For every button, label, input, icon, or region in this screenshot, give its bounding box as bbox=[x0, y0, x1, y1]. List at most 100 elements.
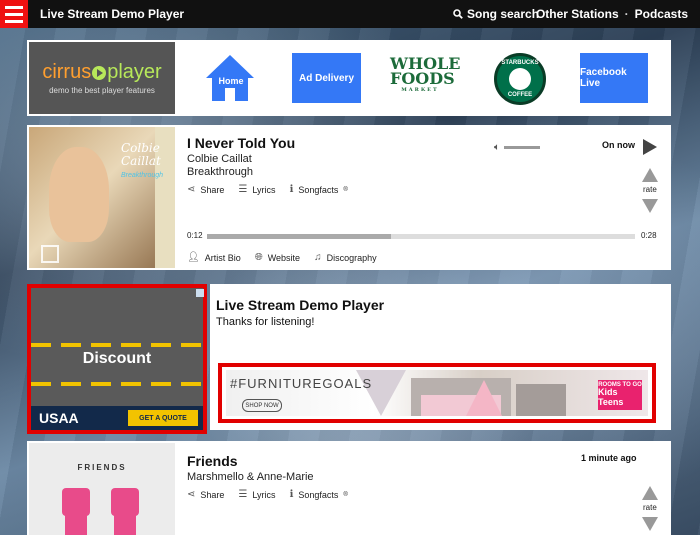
rate-label: rate bbox=[643, 185, 657, 194]
discography-link[interactable]: ♫ Discography bbox=[314, 252, 377, 263]
song-search-button[interactable]: Song search bbox=[453, 7, 539, 21]
track-actions: ⋖ Share ☰ Lyrics ℹ Songfacts ® bbox=[187, 184, 348, 195]
songfacts-button[interactable]: ℹ Songfacts ® bbox=[290, 489, 348, 500]
recent-album-art[interactable]: FRIENDS bbox=[29, 443, 175, 535]
rate-up-icon[interactable] bbox=[642, 168, 658, 182]
app-title: Live Stream Demo Player bbox=[40, 7, 185, 21]
top-bar: Live Stream Demo Player Song search Othe… bbox=[0, 0, 700, 28]
speaker-icon: 🔈︎ bbox=[494, 142, 500, 153]
share-label: Share bbox=[200, 489, 225, 500]
furniture-goals-text: #FURNITUREGOALS bbox=[230, 376, 373, 391]
adchoices-icon[interactable] bbox=[196, 289, 204, 297]
rate-label: rate bbox=[643, 503, 657, 512]
lyrics-icon: ☰ bbox=[238, 184, 248, 195]
recent-track-artist[interactable]: Marshmello & Anne-Marie bbox=[187, 471, 314, 483]
globe-icon: 🌐︎ bbox=[254, 252, 263, 263]
get-a-quote-button[interactable]: GET A QUOTE bbox=[128, 410, 198, 426]
songfacts-button[interactable]: ℹ Songfacts ® bbox=[290, 184, 348, 195]
rooms-to-go-logo: ROOMS TO GO Kids Teens bbox=[598, 380, 642, 410]
volume-control[interactable]: 🔈︎ bbox=[494, 142, 540, 153]
facebook-live-button[interactable]: Facebook Live bbox=[580, 53, 648, 103]
share-button[interactable]: ⋖ Share bbox=[187, 184, 224, 195]
recent-track-title: Friends bbox=[187, 453, 238, 469]
album-art[interactable]: Colbie Caillat Breakthrough bbox=[29, 127, 175, 268]
search-icon bbox=[453, 9, 463, 19]
starbucks-top-text: STARBUCKS bbox=[501, 60, 539, 66]
whole-foods-word3: MARKET bbox=[401, 87, 439, 94]
station-title: Live Stream Demo Player bbox=[216, 297, 385, 313]
play-circle-icon bbox=[92, 65, 107, 80]
song-search-label: Song search bbox=[467, 7, 540, 21]
whole-foods-word2: FOODS bbox=[390, 69, 455, 89]
lyrics-button[interactable]: ☰ Lyrics bbox=[238, 489, 275, 500]
home-label: Home bbox=[218, 76, 244, 86]
album-art-label: FRIENDS bbox=[77, 463, 127, 472]
registered-mark: ® bbox=[343, 491, 348, 498]
now-playing-card: Colbie Caillat Breakthrough I Never Told… bbox=[27, 125, 671, 270]
on-now-label: On now bbox=[602, 140, 635, 150]
share-label: Share bbox=[200, 184, 225, 195]
elapsed-time: 0:12 bbox=[187, 231, 203, 240]
artist-bio-label: Artist Bio bbox=[204, 252, 241, 263]
top-nav-links: Other Stations · Podcasts bbox=[536, 7, 688, 21]
shop-now-button[interactable]: SHOP NOW bbox=[242, 399, 282, 412]
music-note-icon: ♫ bbox=[314, 252, 322, 263]
hamburger-menu-icon[interactable] bbox=[0, 0, 28, 28]
track-artist[interactable]: Colbie Caillat bbox=[187, 153, 252, 165]
lyrics-button[interactable]: ☰ Lyrics bbox=[238, 184, 275, 195]
share-icon: ⋖ bbox=[187, 489, 196, 500]
podcasts-link[interactable]: Podcasts bbox=[635, 7, 688, 21]
info-icon: ℹ bbox=[289, 489, 294, 500]
recent-track-card: FRIENDS Friends Marshmello & Anne-Marie … bbox=[27, 441, 671, 535]
nav-separator: · bbox=[624, 7, 629, 21]
progress-bar[interactable] bbox=[207, 234, 635, 239]
recent-track-actions: ⋖ Share ☰ Lyrics ℹ Songfacts ® bbox=[187, 489, 348, 500]
progress-fill bbox=[207, 234, 392, 239]
starbucks-logo[interactable]: STARBUCKS COFFEE bbox=[494, 53, 546, 105]
starbucks-bottom-text: COFFEE bbox=[507, 92, 533, 98]
artist-bio-link[interactable]: 👤︎ Artist Bio bbox=[187, 252, 241, 263]
ad-discount-text: Discount bbox=[82, 350, 152, 367]
play-icon[interactable] bbox=[643, 139, 657, 155]
website-label: Website bbox=[267, 252, 301, 263]
player-logo-text: player bbox=[107, 61, 162, 83]
album-artist-script: Colbie Caillat bbox=[121, 141, 161, 169]
r2g-kids: Kids bbox=[598, 387, 618, 398]
info-icon: ℹ bbox=[289, 184, 294, 195]
share-button[interactable]: ⋖ Share bbox=[187, 489, 224, 500]
duration-time: 0:28 bbox=[641, 231, 657, 240]
share-icon: ⋖ bbox=[187, 184, 196, 195]
person-icon: 👤︎ bbox=[187, 252, 200, 263]
rate-up-icon[interactable] bbox=[642, 486, 658, 500]
cirrus-player-logo[interactable]: cirrus player demo the best player featur… bbox=[29, 42, 175, 114]
recent-time-label: 1 minute ago bbox=[581, 453, 637, 463]
siren-icon bbox=[509, 68, 531, 90]
lyrics-label: Lyrics bbox=[252, 184, 276, 195]
volume-slider[interactable] bbox=[504, 146, 540, 149]
lyrics-label: Lyrics bbox=[252, 489, 276, 500]
station-message: Thanks for listening! bbox=[216, 316, 315, 328]
artist-links: 👤︎ Artist Bio 🌐︎ Website ♫ Discography bbox=[187, 252, 377, 263]
ad-delivery-button[interactable]: Ad Delivery bbox=[292, 53, 361, 103]
cirrus-tagline: demo the best player features bbox=[49, 86, 155, 95]
songfacts-label: Songfacts bbox=[298, 184, 339, 195]
registered-mark: ® bbox=[343, 186, 348, 193]
sponsor-banner: cirrus player demo the best player featur… bbox=[27, 40, 671, 116]
furniture-ad-banner[interactable]: #FURNITUREGOALS SHOP NOW ROOMS TO GO Kid… bbox=[218, 363, 656, 423]
rate-down-icon[interactable] bbox=[642, 517, 658, 531]
track-album[interactable]: Breakthrough bbox=[187, 166, 253, 178]
usaa-ad[interactable]: Discount USAA GET A QUOTE bbox=[27, 284, 207, 434]
home-button[interactable]: Home bbox=[204, 52, 256, 104]
rate-down-icon[interactable] bbox=[642, 199, 658, 213]
cirrus-logo-text: cirrus bbox=[42, 61, 92, 83]
whole-foods-logo[interactable]: WHOLE FOODS MARKET bbox=[390, 55, 460, 102]
album-title-script: Breakthrough bbox=[121, 172, 164, 179]
discography-label: Discography bbox=[326, 252, 377, 263]
website-link[interactable]: 🌐︎ Website bbox=[255, 252, 300, 263]
songfacts-label: Songfacts bbox=[298, 489, 339, 500]
r2g-teens: Teens bbox=[598, 397, 624, 408]
track-title: I Never Told You bbox=[187, 135, 296, 151]
lyrics-icon: ☰ bbox=[238, 489, 248, 500]
expand-icon[interactable] bbox=[41, 245, 59, 263]
other-stations-link[interactable]: Other Stations bbox=[536, 7, 619, 21]
